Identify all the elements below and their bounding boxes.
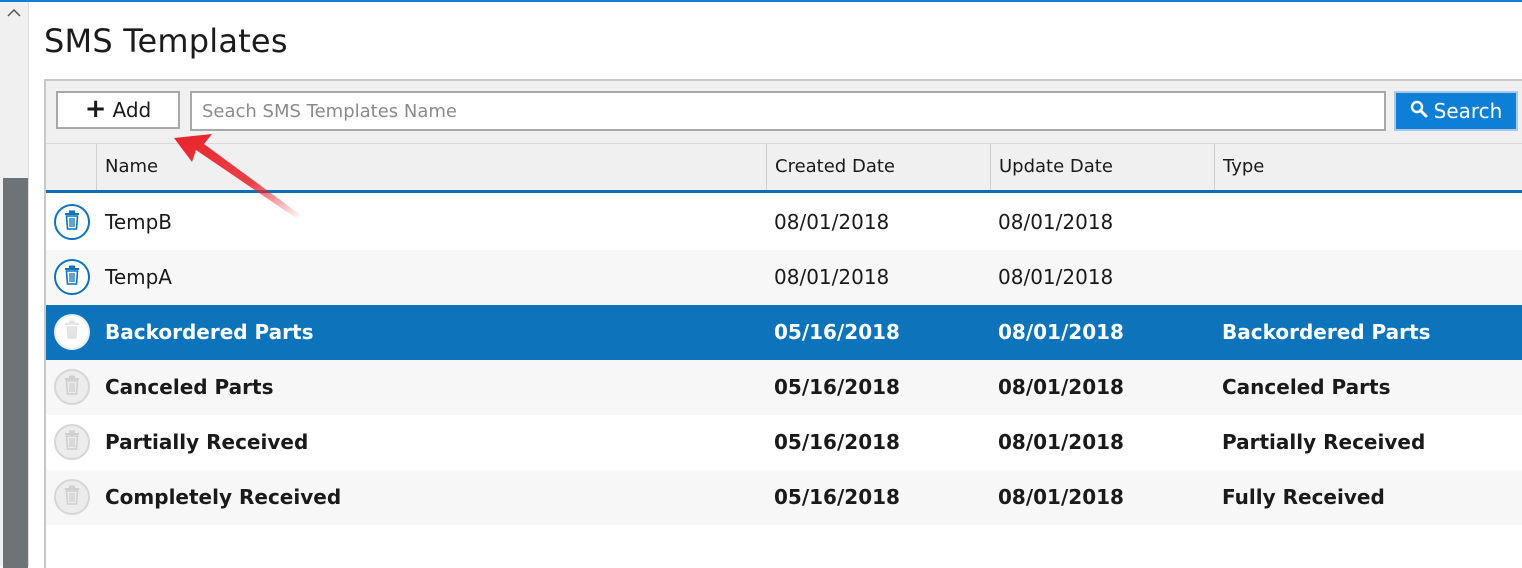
- grid-header: Name Created Date Update Date Type: [46, 144, 1522, 193]
- plus-icon: +: [84, 93, 107, 124]
- scrollbar-thumb[interactable]: [3, 178, 28, 568]
- row-update-date: 08/01/2018: [998, 265, 1114, 289]
- row-type: Canceled Parts: [1222, 375, 1391, 399]
- row-name: Canceled Parts: [105, 375, 274, 399]
- row-created-date: 05/16/2018: [774, 485, 900, 509]
- row-name: Backordered Parts: [105, 320, 314, 344]
- table-row[interactable]: TempA 08/01/2018 08/01/2018: [46, 250, 1522, 305]
- scroll-up-icon[interactable]: [6, 6, 22, 22]
- trash-icon: [63, 320, 81, 344]
- delete-button-disabled: [54, 369, 90, 405]
- row-update-date: 08/01/2018: [998, 485, 1124, 509]
- row-type: Fully Received: [1222, 485, 1385, 509]
- trash-icon: [63, 375, 81, 399]
- row-update-date: 08/01/2018: [998, 430, 1124, 454]
- trash-icon: [63, 265, 81, 289]
- table-row[interactable]: Partially Received 05/16/2018 08/01/2018…: [46, 415, 1522, 470]
- delete-button-disabled: [54, 424, 90, 460]
- row-type: Backordered Parts: [1222, 320, 1431, 344]
- row-created-date: 05/16/2018: [774, 320, 900, 344]
- header-created-date[interactable]: Created Date: [766, 144, 990, 190]
- row-type: Partially Received: [1222, 430, 1426, 454]
- header-update-date[interactable]: Update Date: [990, 144, 1214, 190]
- search-input[interactable]: [190, 91, 1386, 131]
- page-title: SMS Templates: [44, 22, 288, 60]
- search-icon: [1410, 99, 1428, 123]
- delete-button-disabled: [54, 479, 90, 515]
- search-button[interactable]: Search: [1394, 91, 1518, 131]
- row-update-date: 08/01/2018: [998, 210, 1114, 234]
- row-update-date: 08/01/2018: [998, 375, 1124, 399]
- trash-icon: [63, 430, 81, 454]
- trash-icon: [63, 210, 81, 234]
- table-row[interactable]: Completely Received 05/16/2018 08/01/201…: [46, 470, 1522, 525]
- table-row-selected[interactable]: Backordered Parts 05/16/2018 08/01/2018 …: [46, 305, 1522, 360]
- window-top-accent: [0, 0, 1522, 2]
- header-type[interactable]: Type: [1214, 144, 1522, 190]
- table-row[interactable]: TempB 08/01/2018 08/01/2018: [46, 195, 1522, 250]
- add-button[interactable]: + Add: [56, 91, 180, 129]
- row-created-date: 05/16/2018: [774, 430, 900, 454]
- delete-button[interactable]: [54, 204, 90, 240]
- row-name: TempB: [105, 210, 173, 234]
- row-created-date: 05/16/2018: [774, 375, 900, 399]
- row-name: Partially Received: [105, 430, 309, 454]
- header-name[interactable]: Name: [96, 144, 766, 190]
- search-button-label: Search: [1433, 99, 1503, 123]
- row-name: TempA: [105, 265, 172, 289]
- row-name: Completely Received: [105, 485, 342, 509]
- table-row[interactable]: Canceled Parts 05/16/2018 08/01/2018 Can…: [46, 360, 1522, 415]
- row-created-date: 08/01/2018: [774, 265, 890, 289]
- delete-button[interactable]: [54, 259, 90, 295]
- trash-icon: [63, 485, 81, 509]
- add-button-label: Add: [112, 98, 152, 122]
- delete-button-disabled: [54, 314, 90, 350]
- header-action-column: [46, 144, 96, 190]
- row-update-date: 08/01/2018: [998, 320, 1124, 344]
- vertical-scrollbar[interactable]: [0, 2, 29, 568]
- row-created-date: 08/01/2018: [774, 210, 890, 234]
